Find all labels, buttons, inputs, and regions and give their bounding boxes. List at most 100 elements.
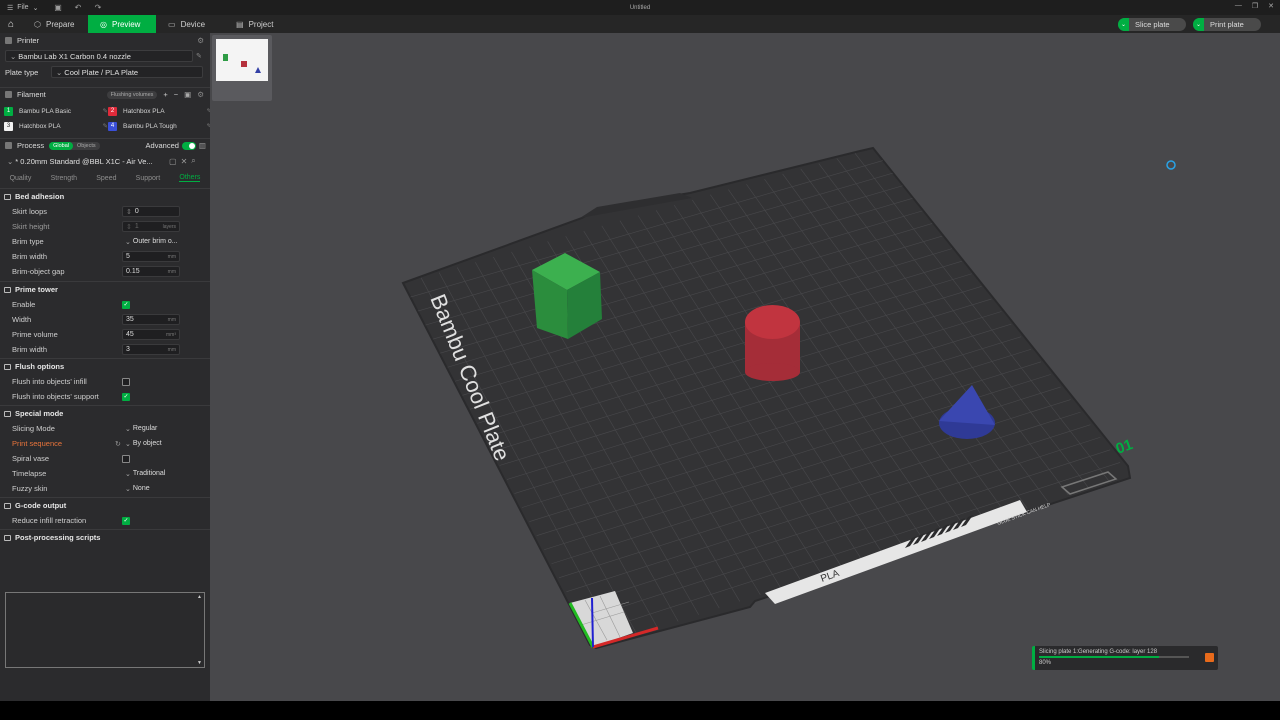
redo-icon[interactable]: ↷ [88, 3, 108, 12]
tower-icon [4, 286, 11, 293]
post-processing-scripts-input[interactable]: ▲ ▼ [5, 592, 205, 668]
chevron-up-icon: ▲ [197, 594, 202, 600]
flush-support-checkbox[interactable]: ✓ [122, 392, 130, 401]
stepper-icon: ⇕ [126, 208, 132, 216]
3d-viewport[interactable]: PLA GLUE STICK CAN HELP Bambu Cool Plate… [210, 33, 1280, 701]
filament-slot-2[interactable]: 2 Hatchbox PLA ✎ [108, 104, 210, 118]
prime-tower-brim-label: Brim width [12, 345, 48, 354]
tab-others[interactable]: Others [179, 174, 201, 182]
sync-icon[interactable]: ▣ [184, 90, 191, 99]
spiral-vase-checkbox[interactable] [122, 454, 130, 463]
slicing-mode-select[interactable]: ⌄ Regular [122, 423, 180, 434]
main-toolbar: ⌂ ⬡ Prepare ◎ Preview ▭ Device ▤ Project… [0, 15, 1280, 33]
filament-section-header: Filament Flushing volumes + − ▣ ⚙ [0, 87, 210, 101]
prime-tower-enable-checkbox[interactable]: ✓ [122, 300, 130, 309]
group-title: Bed adhesion [15, 192, 65, 201]
chevron-down-icon: ▼ [197, 660, 202, 666]
stop-slicing-button[interactable] [1205, 653, 1214, 662]
plate-type-value: Cool Plate / PLA Plate [64, 67, 139, 77]
fuzzy-skin-select[interactable]: ⌄ None [122, 483, 180, 494]
flush-infill-checkbox[interactable] [122, 377, 130, 386]
project-icon: ▤ [236, 19, 244, 29]
preview-icon: ◎ [100, 19, 107, 29]
slicing-progress-notification: Slicing plate 1:Generating G-code: layer… [1032, 646, 1218, 670]
filament-number: 2 [108, 106, 117, 116]
tab-prepare[interactable]: ⬡ Prepare [22, 15, 88, 33]
tab-quality[interactable]: Quality [10, 175, 32, 182]
undo-icon[interactable]: ↶ [68, 3, 88, 12]
tab-strength[interactable]: Strength [51, 175, 77, 182]
filament-slot-1[interactable]: 1 Bambu PLA Basic ✎ [4, 104, 108, 118]
tab-project[interactable]: ▤ Project [224, 15, 292, 33]
tab-preview[interactable]: ◎ Preview [88, 15, 156, 33]
chevron-down-icon: ⌄ [56, 67, 63, 77]
plate-thumbnail[interactable] [212, 35, 272, 101]
reset-icon[interactable]: ↻ [115, 440, 122, 448]
filament-number: 1 [4, 106, 13, 116]
skirt-loops-input[interactable]: ⇕ 0 [122, 206, 180, 217]
axis-z [591, 597, 594, 648]
skirt-height-label: Skirt height [12, 222, 50, 231]
minus-icon[interactable]: − [174, 90, 178, 99]
gear-icon[interactable]: ⚙ [197, 36, 204, 45]
brim-type-select[interactable]: ⌄ Outer brim o... [122, 236, 180, 247]
file-menu[interactable]: ☰ File ⌄ [0, 4, 48, 12]
minimize-icon[interactable]: — [1235, 2, 1242, 10]
stepper-icon: ⇕ [126, 223, 132, 231]
compare-icon[interactable]: ▥ [199, 141, 206, 150]
save-icon[interactable]: ▢ [169, 157, 177, 166]
printer-model: Bambu Lab X1 Carbon 0.4 nozzle [18, 51, 131, 61]
group-flush-options: Flush options [0, 358, 210, 374]
delete-icon[interactable]: ✕ [181, 157, 188, 166]
print-sequence-select[interactable]: ⌄ By object [122, 438, 180, 449]
reduce-retraction-checkbox[interactable]: ✓ [122, 516, 130, 525]
brim-gap-input[interactable]: 0.15 mm [122, 266, 180, 277]
scrollbar[interactable]: ▲ ▼ [197, 594, 203, 666]
prime-tower-width-input[interactable]: 35 mm [122, 314, 180, 325]
tab-speed[interactable]: Speed [96, 175, 116, 182]
search-icon[interactable]: ⌕ [191, 156, 195, 166]
objects-toggle[interactable]: Objects [73, 141, 100, 150]
tab-label: Prepare [45, 19, 75, 29]
filament-slot-4[interactable]: 4 Bambu PLA Tough ✎ [108, 119, 210, 133]
timelapse-select[interactable]: ⌄ Traditional [122, 468, 180, 479]
hamburger-icon: ☰ [7, 4, 14, 12]
process-preset-select[interactable]: ⌄ * 0.20mm Standard @BBL X1C - Air Ve... [5, 155, 165, 167]
home-icon[interactable]: ⌂ [0, 15, 22, 33]
thumb-cube [223, 54, 228, 61]
script-icon [4, 534, 11, 541]
edit-icon[interactable]: ✎ [196, 52, 202, 60]
filament-name: Hatchbox PLA [19, 122, 61, 130]
prime-tower-width-value: 35 [126, 316, 134, 323]
printer-select[interactable]: ⌄ Bambu Lab X1 Carbon 0.4 nozzle [5, 50, 193, 62]
advanced-toggle[interactable] [181, 141, 196, 150]
tab-support[interactable]: Support [136, 175, 161, 182]
print-plate-button[interactable]: ⌄ Print plate [1193, 18, 1261, 31]
save-icon[interactable]: ▣ [48, 3, 68, 12]
progress-percent: 80% [1039, 660, 1052, 666]
brim-width-input[interactable]: 5 mm [122, 251, 180, 262]
brim-width-label: Brim width [12, 252, 48, 261]
chevron-down-icon: ⌄ [125, 425, 131, 433]
flushing-volumes-button[interactable]: Flushing volumes [106, 90, 158, 99]
close-icon[interactable]: ✕ [1268, 2, 1274, 10]
chevron-down-icon: ⌄ [7, 156, 14, 166]
gear-icon[interactable]: ⚙ [197, 90, 204, 99]
spiral-vase-label: Spiral vase [12, 454, 50, 463]
prime-tower-brim-input[interactable]: 3 mm [122, 344, 180, 355]
chevron-down-icon: ⌄ [125, 470, 131, 478]
chevron-down-icon: ⌄ [125, 440, 131, 448]
slice-plate-button[interactable]: ⌄ Slice plate [1118, 18, 1186, 31]
unit-label: mm [167, 253, 176, 260]
maximize-icon[interactable]: ❐ [1252, 2, 1258, 10]
tab-device[interactable]: ▭ Device [156, 15, 224, 33]
filament-slot-3[interactable]: 3 Hatchbox PLA ✎ [4, 119, 108, 133]
prime-volume-input[interactable]: 45 mm³ [122, 329, 180, 340]
flush-icon [4, 363, 11, 370]
plate-type-select[interactable]: ⌄ Cool Plate / PLA Plate [51, 66, 203, 78]
global-toggle[interactable]: Global [49, 141, 73, 150]
group-post-processing: Post-processing scripts [0, 529, 210, 545]
cube-icon: ⬡ [34, 19, 41, 29]
skirt-height-input[interactable]: ⇕ 1 layers [122, 221, 180, 232]
plus-icon[interactable]: + [163, 90, 167, 99]
